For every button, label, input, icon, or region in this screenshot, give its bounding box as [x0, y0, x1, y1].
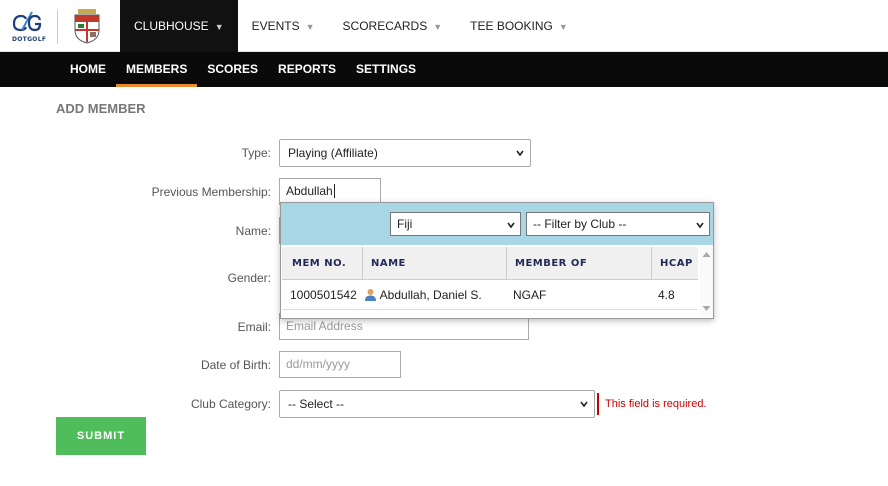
dotgolf-logo-text: DOTGOLF — [12, 36, 47, 43]
row-mem-no: 1000501542 — [290, 288, 357, 302]
chevron-down-icon: ▼ — [558, 22, 568, 32]
type-label: Type: — [241, 146, 271, 160]
chevron-down-icon: ▼ — [433, 22, 443, 32]
popup-scrollbar[interactable] — [700, 247, 713, 317]
club-category-select[interactable]: -- Select -- — [279, 390, 595, 418]
gender-label: Gender: — [227, 271, 271, 285]
subnav-reports[interactable]: REPORTS — [268, 52, 346, 87]
row-member-of: NGAF — [513, 288, 547, 302]
main-nav: CLUBHOUSE ▼ EVENTS ▼ SCORECARDS ▼ TEE BOOKI… — [120, 0, 582, 52]
scroll-down-icon[interactable] — [702, 305, 711, 312]
nav-events[interactable]: EVENTS ▼ — [238, 0, 329, 52]
type-select[interactable]: Playing (Affiliate) — [279, 139, 531, 167]
sub-navbar: HOME MEMBERS SCORES REPORTS SETTINGS — [0, 52, 888, 87]
column-divider — [362, 247, 363, 280]
club-category-label: Club Category: — [190, 397, 271, 411]
previous-membership-value: Abdullah — [286, 184, 333, 198]
nav-clubhouse[interactable]: CLUBHOUSE ▼ — [120, 0, 238, 52]
previous-membership-input[interactable]: Abdullah — [279, 178, 381, 205]
subnav-members[interactable]: MEMBERS — [116, 52, 198, 87]
subnav-settings[interactable]: SETTINGS — [346, 52, 426, 87]
nav-tee-booking[interactable]: TEE BOOKING ▼ — [456, 0, 582, 52]
member-search-popup: Fiji -- Filter by Club -- MEM NO. NAME M… — [280, 202, 714, 319]
submit-button[interactable]: SUBMIT — [56, 417, 146, 455]
column-header-member-of[interactable]: MEMBER OF — [515, 247, 587, 280]
chevron-down-icon — [516, 150, 524, 157]
nav-scorecards[interactable]: SCORECARDS ▼ — [329, 0, 457, 52]
scroll-up-icon[interactable] — [702, 251, 711, 258]
dob-input[interactable]: dd/mm/yyyy — [279, 351, 401, 378]
column-header-hcap[interactable]: HCAP — [660, 247, 693, 280]
user-icon — [365, 289, 376, 301]
email-label: Email: — [237, 320, 271, 334]
chevron-down-icon — [507, 222, 515, 229]
dotgolf-logo-mark — [12, 11, 42, 32]
nav-clubhouse-label: CLUBHOUSE — [134, 19, 209, 33]
row-hcap: 4.8 — [658, 288, 675, 302]
country-filter-select[interactable]: Fiji — [390, 212, 521, 236]
previous-membership-label: Previous Membership: — [151, 185, 271, 199]
page-title: ADD MEMBER — [56, 101, 146, 116]
dob-label: Date of Birth: — [200, 358, 271, 372]
table-header-row: MEM NO. NAME MEMBER OF HCAP — [282, 247, 698, 280]
subnav-home[interactable]: HOME — [60, 52, 116, 87]
club-filter-value: -- Filter by Club -- — [533, 217, 627, 231]
club-category-value: -- Select -- — [288, 397, 345, 411]
nav-scorecards-label: SCORECARDS — [342, 19, 428, 33]
name-label: Name: — [235, 224, 271, 238]
row-name: Abdullah, Daniel S. — [379, 288, 482, 302]
column-divider — [651, 247, 652, 280]
error-indicator — [597, 393, 599, 415]
column-header-mem-no[interactable]: MEM NO. — [292, 247, 346, 280]
chevron-down-icon — [696, 222, 704, 229]
table-row[interactable]: 1000501542 Abdullah, Daniel S. NGAF 4.8 — [282, 280, 698, 310]
dotgolf-logo[interactable]: DOTGOLF — [12, 10, 47, 44]
column-header-name[interactable]: NAME — [371, 247, 406, 280]
column-divider — [506, 247, 507, 280]
row-name-cell: Abdullah, Daniel S. — [364, 280, 482, 310]
logo-divider — [57, 10, 58, 44]
chevron-down-icon: ▼ — [214, 22, 224, 32]
country-filter-value: Fiji — [397, 217, 413, 231]
top-navbar: DOTGOLF CLUBHOUSE ▼ EVENTS ▼ SCORECARDS ▼ T… — [0, 0, 888, 52]
popup-filter-bar: Fiji -- Filter by Club -- — [281, 203, 713, 245]
club-filter-select[interactable]: -- Filter by Club -- — [526, 212, 710, 236]
federation-crest-icon — [72, 8, 102, 44]
type-select-value: Playing (Affiliate) — [288, 146, 378, 160]
sub-nav: HOME MEMBERS SCORES REPORTS SETTINGS — [60, 52, 426, 87]
subnav-scores[interactable]: SCORES — [197, 52, 268, 87]
club-category-error: This field is required. — [605, 398, 707, 410]
nav-tee-booking-label: TEE BOOKING — [470, 19, 553, 33]
member-results-table: MEM NO. NAME MEMBER OF HCAP 1000501542 A… — [282, 247, 698, 310]
nav-events-label: EVENTS — [251, 19, 300, 33]
text-cursor — [333, 184, 335, 198]
chevron-down-icon: ▼ — [305, 22, 315, 32]
chevron-down-icon — [580, 401, 588, 408]
